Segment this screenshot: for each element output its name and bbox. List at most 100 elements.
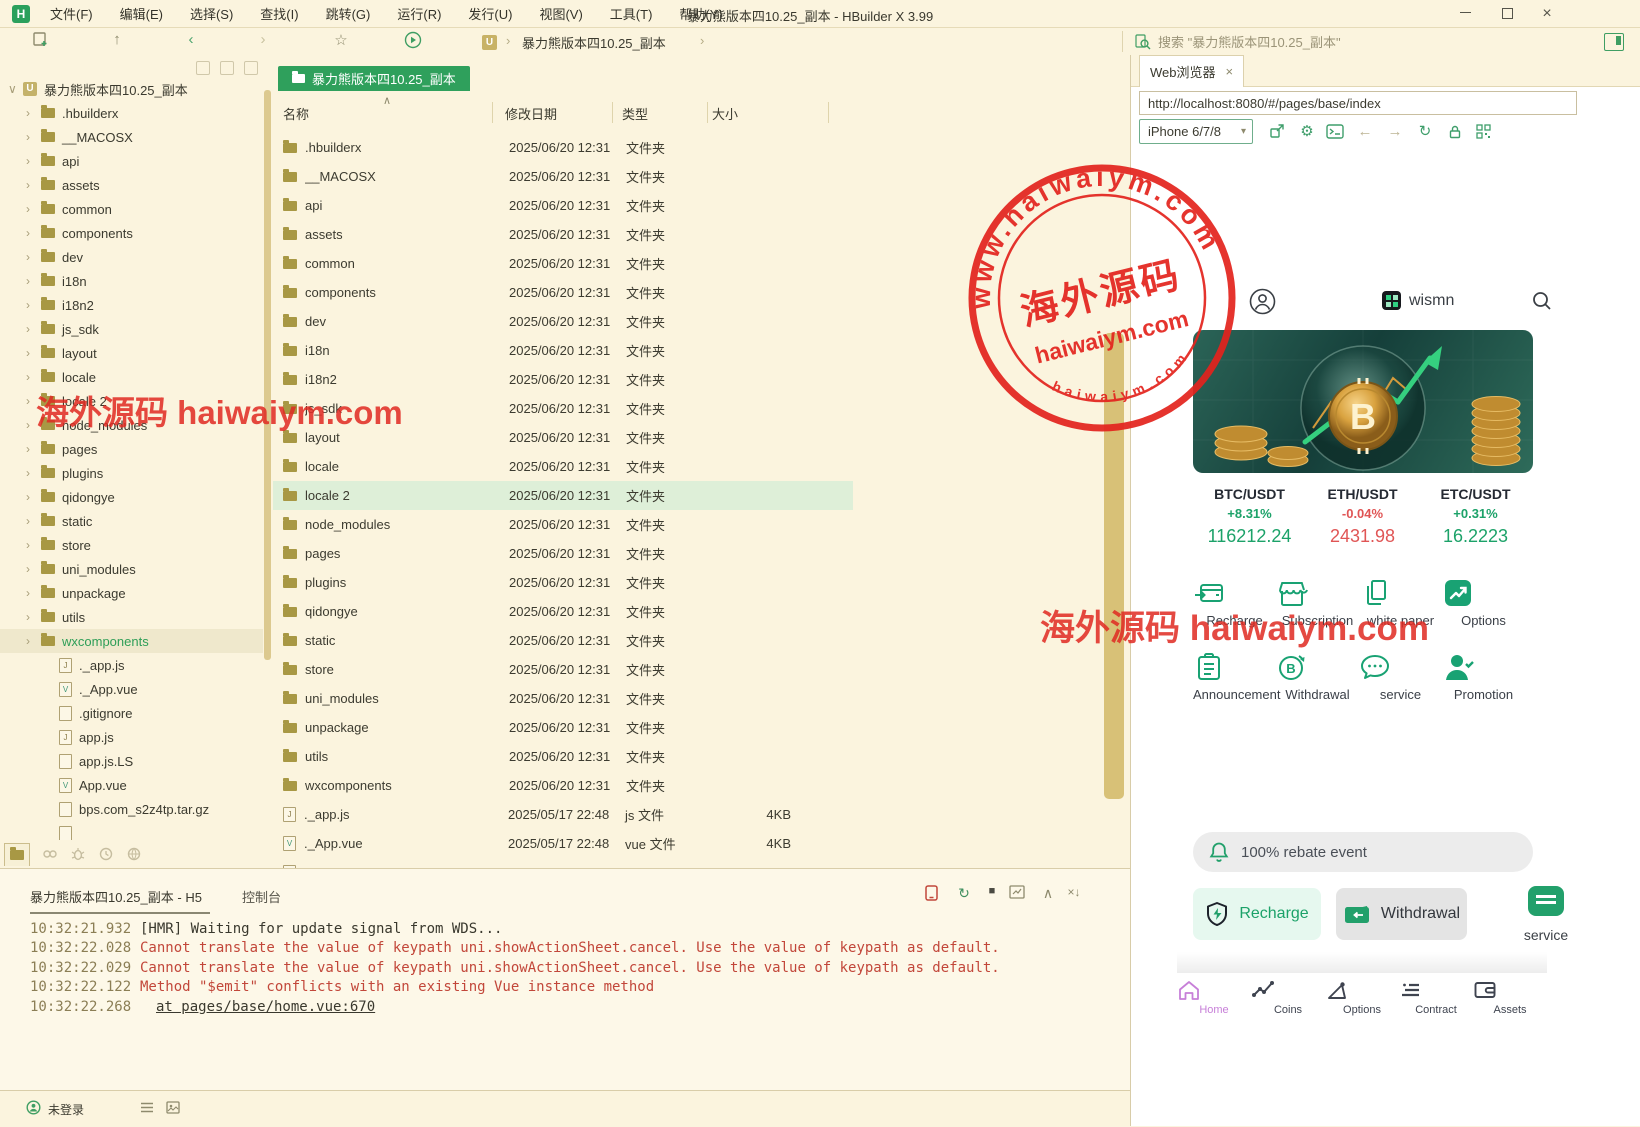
menu-item[interactable]: 编辑(E) xyxy=(120,4,163,23)
file-row[interactable]: ._App.vue 2025/05/17 22:48 vue 文件 4KB xyxy=(273,829,853,858)
grid-recharge[interactable]: Recharge xyxy=(1193,578,1276,628)
tree-toggle-icon[interactable]: › xyxy=(26,586,41,600)
more-options-icon[interactable] xyxy=(244,61,258,75)
tree-toggle-icon[interactable]: › xyxy=(26,442,41,456)
tree-item[interactable]: › utils xyxy=(0,605,263,629)
hero-banner-image[interactable]: B xyxy=(1193,330,1533,473)
tree-item[interactable]: › api xyxy=(0,149,263,173)
grid-announcement[interactable]: Announcement xyxy=(1193,652,1280,702)
file-row[interactable]: uni_modules 2025/06/20 12:31 文件夹 xyxy=(273,684,853,713)
avatar-icon[interactable] xyxy=(1249,288,1276,315)
file-row[interactable]: js_sdk 2025/06/20 12:31 文件夹 xyxy=(273,394,853,423)
file-row[interactable]: assets 2025/06/20 12:31 文件夹 xyxy=(273,220,853,249)
history-view-icon[interactable] xyxy=(98,846,114,862)
browser-tab[interactable]: Web浏览器 × xyxy=(1139,55,1245,87)
tree-item[interactable]: app.js xyxy=(0,725,263,749)
tree-item[interactable]: ∨ 暴力熊版本四10.25_副本 xyxy=(0,77,263,101)
file-row[interactable]: plugins 2025/06/20 12:31 文件夹 xyxy=(273,568,853,597)
tree-item[interactable]: › .hbuilderx xyxy=(0,101,263,125)
stop-icon[interactable]: ■ xyxy=(981,885,1003,897)
col-size[interactable]: 大小 xyxy=(712,104,738,123)
menu-item[interactable]: 发行(U) xyxy=(468,4,512,23)
tree-toggle-icon[interactable]: › xyxy=(26,346,41,360)
tree-item[interactable]: › unpackage xyxy=(0,581,263,605)
run-icon[interactable] xyxy=(404,31,426,51)
ticker-item[interactable]: ETH/USDT -0.04% 2431.98 xyxy=(1306,486,1419,547)
maximize-button[interactable] xyxy=(1494,4,1520,23)
forward-icon[interactable]: › xyxy=(252,31,274,51)
debug-view-icon[interactable] xyxy=(70,846,86,862)
menu-item[interactable]: 选择(S) xyxy=(190,4,233,23)
menu-item[interactable]: 文件(F) xyxy=(50,4,93,23)
file-row[interactable]: layout 2025/06/20 12:31 文件夹 xyxy=(273,423,853,452)
grid-withdrawal[interactable]: B Withdrawal xyxy=(1276,652,1359,702)
tree-item[interactable]: bps.com_s2z4tp.tar.gz xyxy=(0,797,263,821)
login-status[interactable]: 未登录 xyxy=(48,1101,84,1118)
close-button[interactable]: × xyxy=(1534,4,1560,23)
file-row[interactable]: node_modules 2025/06/20 12:31 文件夹 xyxy=(273,510,853,539)
tree-toggle-icon[interactable]: › xyxy=(26,514,41,528)
device-select[interactable]: iPhone 6/7/8 ▾ xyxy=(1139,119,1253,144)
tree-item[interactable]: › store xyxy=(0,533,263,557)
refresh-icon[interactable]: ↻ xyxy=(1413,120,1437,142)
export-log-icon[interactable] xyxy=(1009,885,1031,899)
file-row[interactable]: i18n 2025/06/20 12:31 文件夹 xyxy=(273,336,853,365)
tree-item[interactable]: › js_sdk xyxy=(0,317,263,341)
url-input[interactable]: http://localhost:8080/#/pages/base/index xyxy=(1139,91,1577,115)
nav-coins[interactable]: Coins xyxy=(1251,979,1325,1016)
tree-item[interactable]: app.js.LS xyxy=(0,749,263,773)
list-view-icon[interactable] xyxy=(140,1101,154,1114)
file-row[interactable]: locale 2 2025/06/20 12:31 文件夹 xyxy=(273,481,853,510)
devtools-console-icon[interactable] xyxy=(1323,120,1347,142)
tree-item[interactable]: .gitignore xyxy=(0,701,263,725)
tree-item[interactable]: ._App.vue xyxy=(0,677,263,701)
withdrawal-button[interactable]: Withdrawal xyxy=(1336,888,1467,940)
file-row[interactable]: common 2025/06/20 12:31 文件夹 xyxy=(273,249,853,278)
new-file-icon[interactable] xyxy=(32,31,54,51)
menu-item[interactable]: 视图(V) xyxy=(539,4,582,23)
global-search-input[interactable]: 搜索 "暴力熊版本四10.25_副本" xyxy=(1122,31,1563,52)
menu-item[interactable]: 查找(I) xyxy=(260,4,298,23)
tree-toggle-icon[interactable]: › xyxy=(26,490,41,504)
tree-item[interactable]: › node_modules xyxy=(0,413,263,437)
tree-toggle-icon[interactable]: › xyxy=(26,178,41,192)
search-view-icon[interactable] xyxy=(42,846,58,862)
tree-item[interactable]: ._app.js xyxy=(0,653,263,677)
tree-item[interactable]: › pages xyxy=(0,437,263,461)
service-float-button[interactable]: service xyxy=(1513,886,1579,943)
col-date[interactable]: 修改日期 xyxy=(505,104,557,123)
nav-options[interactable]: Options xyxy=(1325,979,1399,1016)
console-tab-h5[interactable]: 暴力熊版本四10.25_副本 - H5 xyxy=(30,887,210,914)
file-row[interactable]: .hbuilderx 2025/06/20 12:31 文件夹 xyxy=(273,133,853,162)
grid-white-paper[interactable]: white paper xyxy=(1359,578,1442,628)
up-arrow-icon[interactable]: ↑ xyxy=(106,31,128,51)
minimize-button[interactable] xyxy=(1452,4,1478,23)
file-row[interactable]: qidongye 2025/06/20 12:31 文件夹 xyxy=(273,597,853,626)
tree-toggle-icon[interactable]: › xyxy=(26,322,41,336)
menu-item[interactable]: 运行(R) xyxy=(397,4,441,23)
file-row[interactable]: locale 2025/06/20 12:31 文件夹 xyxy=(273,452,853,481)
tree-item[interactable]: App.vue xyxy=(0,773,263,797)
open-external-icon[interactable] xyxy=(1265,120,1289,142)
debug-phone-icon[interactable] xyxy=(925,885,947,901)
tree-toggle-icon[interactable]: › xyxy=(26,538,41,552)
browser-tab-close-icon[interactable]: × xyxy=(1226,64,1234,79)
files-view-icon[interactable] xyxy=(4,842,30,866)
tree-item[interactable]: › i18n xyxy=(0,269,263,293)
ticker-item[interactable]: BTC/USDT +8.31% 116212.24 xyxy=(1193,486,1306,547)
file-row[interactable]: static 2025/06/20 12:31 文件夹 xyxy=(273,626,853,655)
tree-toggle-icon[interactable]: › xyxy=(26,202,41,216)
grid-service[interactable]: service xyxy=(1359,652,1442,702)
rebate-banner[interactable]: 100% rebate event xyxy=(1193,832,1533,872)
breadcrumb[interactable]: 暴力熊版本四10.25_副本 xyxy=(522,33,666,52)
menu-item[interactable]: 跳转(G) xyxy=(326,4,371,23)
tree-item[interactable]: › plugins xyxy=(0,461,263,485)
account-icon[interactable] xyxy=(26,1100,41,1115)
col-name[interactable]: 名称 xyxy=(283,104,309,123)
tree-toggle-icon[interactable]: › xyxy=(26,154,41,168)
grid-promotion[interactable]: Promotion xyxy=(1442,652,1525,702)
file-row[interactable]: wxcomponents 2025/06/20 12:31 文件夹 xyxy=(273,771,853,800)
console-tab-console[interactable]: 控制台 xyxy=(242,887,281,906)
grid-options[interactable]: Options xyxy=(1442,578,1525,628)
back-icon[interactable]: ‹ xyxy=(180,31,202,51)
